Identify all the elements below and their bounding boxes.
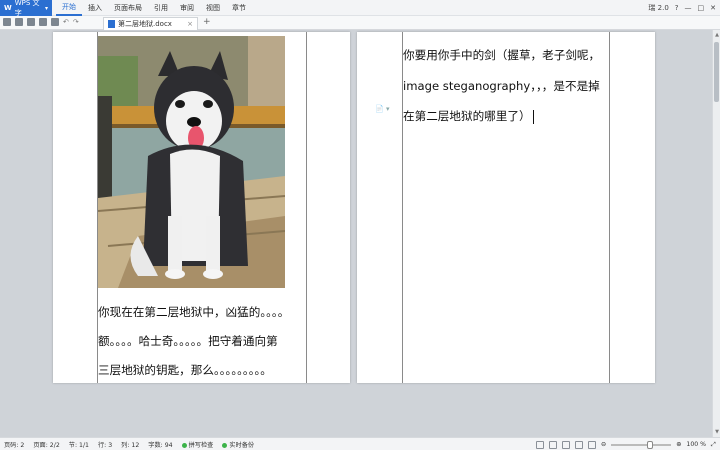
title-controls: 瑞 2.0 ? — □ ✕ [648, 0, 716, 16]
spell-check-label: 拼写检查 [188, 442, 214, 449]
page-1-text[interactable]: 你现在在第二层地狱中，凶猛的。。。。 额。。。。哈士奇。。。。。把守着通向第 三… [98, 298, 310, 385]
title-bar: W WPS 文字 ▾ 开始 插入 页面布局 引用 审阅 视图 章节 瑞 2.0 … [0, 0, 720, 17]
text-line: 你现在在第二层地狱中，凶猛的。。。。 [98, 305, 290, 319]
fit-width-icon[interactable]: ⤢ [711, 441, 716, 449]
tab-review[interactable]: 审阅 [174, 0, 200, 16]
text-cursor [532, 109, 534, 124]
spell-check-toggle[interactable]: 拼写检查 [181, 440, 214, 449]
status-pages[interactable]: 页面: 2/2 [33, 440, 59, 449]
zoom-out-icon[interactable]: ⊖ [601, 441, 606, 448]
redo-icon[interactable]: ↷ [73, 18, 79, 26]
web-view-icon[interactable] [549, 440, 558, 449]
page-2[interactable]: 📄 ▾ 你要用你手中的剑（握草，老子剑呢， image steganograph… [357, 32, 655, 383]
zoom-level[interactable]: 100 % [686, 441, 706, 448]
chevron-down-icon: ▾ [44, 4, 48, 12]
quick-toolbar: ↶ ↷ 第二层地狱.docx × + [0, 16, 720, 30]
husky-photo [98, 36, 285, 288]
outline-view-icon[interactable] [562, 440, 571, 449]
maximize-button[interactable]: □ [698, 4, 705, 12]
ribbon-menu: 开始 插入 页面布局 引用 审阅 视图 章节 [56, 0, 252, 16]
wps-logo-icon: W [4, 4, 12, 12]
print-preview-icon[interactable] [51, 18, 59, 26]
backup-toggle[interactable]: 实时备份 [222, 440, 254, 449]
status-bar: 页码: 2 页面: 2/2 节: 1/1 行: 3 列: 12 字数: 94 拼… [0, 437, 720, 450]
undo-icon[interactable]: ↶ [63, 18, 69, 26]
status-row: 行: 3 [97, 442, 113, 449]
tab-page-layout[interactable]: 页面布局 [108, 0, 148, 16]
status-column: 列: 12 [121, 442, 140, 449]
open-icon[interactable] [3, 18, 11, 26]
document-workspace[interactable]: 你现在在第二层地狱中，凶猛的。。。。 额。。。。哈士奇。。。。。把守着通向第 三… [0, 30, 712, 437]
text-line: 额。。。。哈士奇。。。。。把守着通向第 [98, 334, 278, 348]
tab-home[interactable]: 开始 [56, 0, 82, 16]
page-view-icon[interactable] [536, 440, 545, 449]
status-section[interactable]: 节: 1/1 [69, 440, 89, 449]
help-icon[interactable]: ? [675, 4, 679, 12]
user-account[interactable]: 瑞 2.0 [648, 3, 668, 13]
scroll-thumb[interactable] [714, 42, 719, 102]
vertical-scrollbar[interactable]: ▲ ▼ [712, 30, 720, 437]
zoom-in-icon[interactable]: ⊕ [676, 441, 681, 448]
tab-section[interactable]: 章节 [226, 0, 252, 16]
status-page-number[interactable]: 页码: 2 [4, 440, 24, 449]
print-icon[interactable] [39, 18, 47, 26]
zoom-slider[interactable] [611, 440, 672, 449]
app-menu-button[interactable]: W WPS 文字 ▾ [0, 0, 52, 17]
tab-insert[interactable]: 插入 [82, 0, 108, 16]
tab-references[interactable]: 引用 [148, 0, 174, 16]
text-line-content: 在第二层地狱的哪里了） [403, 109, 531, 123]
save-as-icon[interactable] [27, 18, 35, 26]
doc-icon [108, 20, 115, 28]
status-ok-icon [222, 442, 228, 448]
page-2-text[interactable]: 你要用你手中的剑（握草，老子剑呢， image steganography，，，… [403, 40, 615, 132]
document-tab[interactable]: 第二层地狱.docx × [103, 17, 198, 30]
scroll-up-icon[interactable]: ▲ [713, 32, 720, 38]
zoom-slider-knob[interactable] [647, 440, 654, 449]
paragraph-note-icon[interactable]: 📄 ▾ [375, 105, 389, 113]
page-1[interactable]: 你现在在第二层地狱中，凶猛的。。。。 额。。。。哈士奇。。。。。把守着通向第 三… [53, 32, 350, 383]
status-word-count[interactable]: 字数: 94 [148, 440, 172, 449]
backup-label: 实时备份 [229, 442, 255, 449]
text-line: image steganography，，，是不是掉 [403, 78, 600, 93]
text-line: 三层地狱的钥匙，那么。。。。。。。。。 [98, 363, 272, 377]
tab-view[interactable]: 视图 [200, 0, 226, 16]
text-line: 你要用你手中的剑（握草，老子剑呢， [403, 48, 601, 62]
new-tab-button[interactable]: + [203, 17, 211, 27]
close-tab-icon[interactable]: × [187, 20, 193, 28]
text-line: 在第二层地狱的哪里了） [403, 101, 615, 132]
tab-filename: 第二层地狱.docx [118, 20, 172, 28]
save-icon[interactable] [15, 18, 23, 26]
status-ok-icon [181, 442, 187, 448]
minimize-button[interactable]: — [685, 4, 692, 12]
scroll-down-icon[interactable]: ▼ [713, 429, 720, 435]
eye-protect-icon[interactable] [588, 440, 597, 449]
close-button[interactable]: ✕ [710, 4, 716, 12]
read-view-icon[interactable] [575, 440, 584, 449]
